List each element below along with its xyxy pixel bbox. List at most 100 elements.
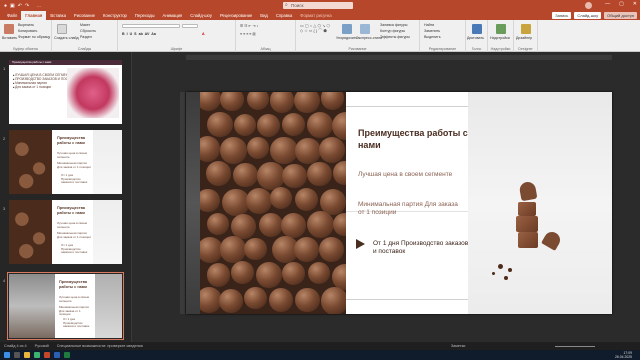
slide-title[interactable]: Преимущества работы с нами	[358, 127, 468, 151]
replace-button[interactable]: Заменить	[424, 29, 440, 33]
record-button[interactable]: Запись	[552, 12, 572, 19]
truffle	[332, 263, 346, 291]
addins-button[interactable]: Надстройки	[490, 36, 510, 40]
copy-button[interactable]: Копировать	[18, 29, 37, 33]
font-format-buttons[interactable]: B I U S ab AV Aa	[122, 32, 156, 36]
tab-slideshow[interactable]: Слайд-шоу	[186, 11, 216, 20]
slide-canvas[interactable]: Преимущества работы с нами Лучшая цена в…	[186, 92, 612, 314]
minimize-icon[interactable]: —	[605, 1, 610, 7]
slide-line-best-price[interactable]: Лучшая цена в своем сегменте	[358, 171, 458, 179]
close-icon[interactable]: ✕	[633, 1, 637, 7]
start-icon[interactable]	[4, 352, 10, 358]
layout-button[interactable]: Макет	[80, 23, 90, 27]
tab-draw[interactable]: Рисование	[70, 11, 99, 20]
tab-help[interactable]: Справка	[272, 11, 296, 20]
font-name-select[interactable]	[122, 24, 180, 28]
tab-view[interactable]: Вид	[256, 11, 272, 20]
tab-transitions[interactable]: Переходы	[131, 11, 159, 20]
addins-icon[interactable]	[496, 24, 506, 34]
find-button[interactable]: Найти	[424, 23, 434, 27]
slide-thumbnail-1[interactable]: Преимущества работы с нами ЛУЧШАЯ ЦЕНА В…	[9, 60, 122, 124]
truffles-photo[interactable]	[200, 92, 346, 314]
system-clock[interactable]: 17:09 26.04.2025	[615, 351, 632, 359]
format-painter-button[interactable]: Формат по образцу	[18, 35, 50, 39]
tab-design[interactable]: Конструктор	[99, 11, 131, 20]
truffle	[282, 163, 308, 189]
undo-icon[interactable]: ↶	[18, 3, 22, 9]
maximize-icon[interactable]: ▢	[619, 1, 624, 7]
quick-access-toolbar: ● ▣ ↶ ↷	[0, 3, 29, 9]
font-color-button[interactable]: A	[202, 32, 205, 36]
shapes-gallery[interactable]: ▭ ▢ ○ △ ⬠ ↘ ⬡ ◇ ☆ ⇨ { } ⌒ ⬢	[300, 23, 330, 33]
search-input[interactable]: ⌕ Поиск	[283, 2, 353, 9]
excel-icon[interactable]	[64, 352, 70, 358]
share-button[interactable]: Общий доступ	[604, 12, 637, 19]
slide-thumbnail-2[interactable]: Преимущества работы с нами Лучшая цена в…	[9, 130, 122, 194]
group-label: Абзац	[260, 47, 271, 51]
truffle	[256, 262, 282, 288]
present-button[interactable]: Слайд-шоу	[574, 12, 602, 19]
truffle	[269, 92, 295, 113]
paste-button[interactable]: Вставить	[2, 36, 17, 40]
list-buttons[interactable]: ☰ ☷ ⇤ ⇥ ↕	[240, 24, 258, 28]
redo-icon[interactable]: ↷	[25, 3, 29, 9]
arrange-icon[interactable]	[342, 24, 352, 34]
reset-button[interactable]: Сбросить	[80, 29, 96, 33]
accessibility-status[interactable]: Специальные возможности: проверьте сведе…	[57, 344, 143, 348]
designer-button[interactable]: Дизайнер	[516, 36, 532, 40]
tab-animations[interactable]: Анимация	[159, 11, 187, 20]
truffle	[294, 236, 320, 262]
truffle	[269, 187, 293, 210]
tab-picture-format[interactable]: Формат рисунка	[296, 11, 335, 20]
file-explorer-icon[interactable]	[24, 352, 30, 358]
quick-styles-button[interactable]: Экспресс-стили	[356, 36, 382, 40]
hearts-photo[interactable]	[468, 92, 612, 314]
section-button[interactable]: Раздел	[80, 35, 92, 39]
thumb-text: Минимальная партия Для заказа от 1 позиц…	[59, 305, 89, 317]
slide-line-production[interactable]: От 1 дня Производство заказов и поставок	[373, 240, 473, 256]
title-bar: ● ▣ ↶ ↷ ... ⌕ Поиск — ▢ ✕	[0, 0, 640, 11]
new-slide-icon[interactable]	[57, 24, 67, 34]
truffle	[246, 136, 270, 160]
shape-outline-button[interactable]: Контур фигуры	[380, 29, 405, 33]
truffle	[206, 263, 231, 287]
dictate-button[interactable]: Диктовать	[467, 36, 484, 40]
avatar[interactable]	[585, 2, 592, 9]
microphone-icon[interactable]	[472, 24, 482, 34]
word-icon[interactable]	[54, 352, 60, 358]
select-button[interactable]: Выделить	[424, 35, 441, 39]
new-slide-button[interactable]: Создать слайд	[54, 36, 79, 40]
quick-styles-icon[interactable]	[360, 24, 370, 34]
tab-home[interactable]: Главная	[21, 11, 47, 20]
shape-fill-button[interactable]: Заливка фигуры	[380, 23, 407, 27]
tab-file[interactable]: Файл	[3, 11, 21, 20]
designer-icon[interactable]	[521, 24, 531, 34]
arrange-button[interactable]: Упорядочить	[336, 36, 357, 40]
language-indicator[interactable]: Русский	[35, 344, 49, 348]
align-buttons[interactable]: ≡ ≡ ≡ ≡ ▥	[240, 32, 256, 36]
group-label: Буфер обмена	[13, 47, 38, 51]
notes-button[interactable]: Заметки	[451, 344, 466, 348]
font-size-select[interactable]	[182, 24, 198, 28]
slide-thumbnail-3[interactable]: Преимущества работы с нами Лучшая цена в…	[9, 200, 122, 264]
tab-insert[interactable]: Вставка	[46, 11, 70, 20]
powerpoint-icon[interactable]	[44, 352, 50, 358]
slide-thumbnails-pane[interactable]: 1 Преимущества работы с нами ЛУЧШАЯ ЦЕНА…	[0, 52, 132, 350]
browser-icon[interactable]	[34, 352, 40, 358]
autosave-icon[interactable]: ●	[4, 3, 7, 9]
slide-line-min-batch[interactable]: Минимальная партия Для заказа от 1 позиц…	[358, 201, 458, 217]
shape-effects-button[interactable]: Эффекты фигуры	[380, 35, 410, 39]
search-icon: ⌕	[285, 2, 288, 8]
chocolate-heart	[518, 180, 538, 202]
chocolate-cube	[518, 202, 536, 216]
zoom-slider[interactable]	[555, 346, 595, 347]
save-icon[interactable]: ▣	[10, 3, 15, 9]
search-icon[interactable]	[14, 352, 20, 358]
paste-icon[interactable]	[4, 24, 14, 34]
window-controls: — ▢ ✕	[605, 1, 637, 7]
slide-thumbnail-4[interactable]: Преимущества работы с нами Лучшая цена в…	[7, 272, 124, 340]
cut-button[interactable]: Вырезать	[18, 23, 34, 27]
tab-review[interactable]: Рецензирование	[216, 11, 256, 20]
chocolate-crumb	[508, 268, 512, 272]
thumb-number: 3	[3, 206, 6, 211]
